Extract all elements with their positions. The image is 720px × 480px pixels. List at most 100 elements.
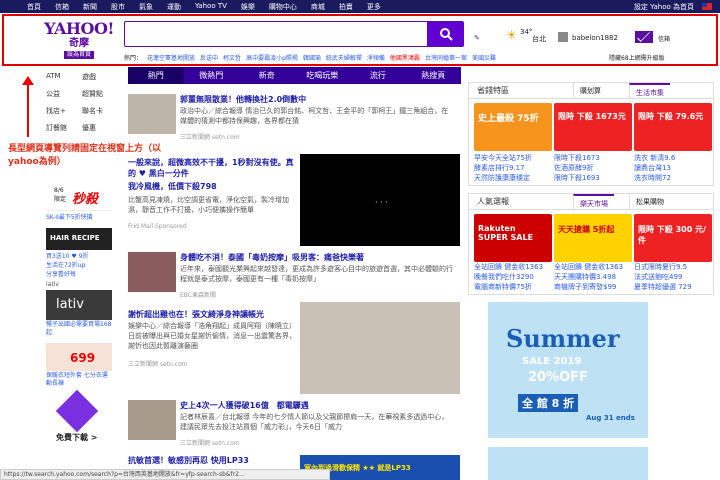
- nav-stock[interactable]: 股市: [104, 2, 132, 12]
- nav-auction[interactable]: 拍賣: [332, 2, 360, 12]
- yahoo-app-promo[interactable]: 免費下載 >: [46, 389, 112, 444]
- shortcut-game[interactable]: 遊戲: [82, 72, 114, 82]
- trend-item[interactable]: 花蓮空軍基地開放: [147, 53, 195, 62]
- promo-link[interactable]: 酵素店排行9.17: [474, 163, 525, 173]
- news-title[interactable]: 抗敏首選！敏感別再忍 快用LP33: [128, 455, 249, 466]
- news-title[interactable]: 謝忻超出雞也在！張文綺淨身神讓帳光: [128, 309, 264, 320]
- promo-half-off[interactable]: 天天搶購 5折起: [554, 214, 632, 262]
- tab-pcone[interactable]: 松果購物: [629, 194, 670, 210]
- nav-shopping[interactable]: 購物中心: [262, 2, 304, 12]
- promo-link[interactable]: 天天團購特價3.498: [554, 272, 616, 282]
- search-input[interactable]: [124, 21, 464, 47]
- promo-79[interactable]: 限時 下殺 79.6元: [634, 103, 712, 151]
- weather-city[interactable]: 台北: [532, 34, 546, 44]
- user-avatar-icon[interactable]: [558, 32, 568, 42]
- promo-link[interactable]: 讀鼎台灣13: [634, 163, 671, 173]
- nav-home[interactable]: 首頁: [20, 2, 48, 12]
- tab-food[interactable]: 吃喝玩樂: [295, 67, 351, 84]
- promo-75-off[interactable]: 史上最殺 75折: [474, 103, 552, 151]
- promo-link[interactable]: 晚餐我們吃什3290: [474, 272, 534, 282]
- promo-link[interactable]: 洗衣時開72: [634, 173, 671, 183]
- promo-link[interactable]: 洗衣 新清9.6: [634, 153, 675, 163]
- video-player[interactable]: · · ·: [300, 154, 460, 246]
- promo-300[interactable]: 限時 下殺 300 元/件: [634, 214, 712, 262]
- news-title[interactable]: 史上4次一人獲得破16億 都電驟遇: [180, 400, 309, 411]
- mail-note[interactable]: 隱藏68上網需升級版: [609, 53, 665, 62]
- promo-link[interactable]: 全站回饋 健金收1363: [554, 262, 623, 272]
- promo-link[interactable]: 天然防護康康穩定: [474, 173, 530, 183]
- shortcut-card[interactable]: 聯名卡: [82, 106, 114, 116]
- mail-label[interactable]: 信箱: [658, 34, 670, 43]
- trend-item[interactable]: 淨頻備: [367, 53, 385, 62]
- shortcut-points[interactable]: 超贊點: [82, 89, 114, 99]
- promo-link[interactable]: 日式限時夏行9.5: [634, 262, 687, 272]
- news-title-2[interactable]: 我冷風機，低價下殺798: [128, 181, 217, 192]
- shortcut-atm[interactable]: ATM: [46, 72, 78, 82]
- trend-item[interactable]: 韓國瑜: [303, 53, 321, 62]
- trend-item[interactable]: 台灣同婚第一案: [425, 53, 467, 62]
- nav-sports[interactable]: 運動: [160, 2, 188, 12]
- tab-search[interactable]: 熱搜頁: [406, 67, 462, 84]
- news-title[interactable]: 身體吃不消！泰國「毒奶按摩」吸男客：痛爸快樂著: [180, 252, 364, 263]
- news-item[interactable]: 史上4次一人獲得破16億 都電驟遇 記者林辰喜／台北報導 今年的七夕情人節以及父…: [128, 398, 461, 458]
- shortcut-charity[interactable]: 公益: [46, 89, 78, 99]
- nav-mall[interactable]: 商城: [304, 2, 332, 12]
- tab-life-market[interactable]: 生活市集: [629, 83, 670, 99]
- tab-hot[interactable]: 熱門: [128, 67, 184, 84]
- flash-sale-desc[interactable]: SK-II最下5折快搶: [46, 212, 112, 221]
- search-button[interactable]: [427, 22, 464, 46]
- logo-tag[interactable]: 設為首頁: [63, 51, 94, 59]
- trend-item[interactable]: 柯文哲: [223, 53, 241, 62]
- promo-link[interactable]: 法式送飽吃499: [634, 272, 682, 282]
- flash-sale-ad[interactable]: 8/6 限定 秒殺: [46, 185, 112, 211]
- nav-more[interactable]: 更多: [360, 2, 388, 12]
- news-photo[interactable]: [300, 302, 460, 394]
- summer-sale-ad-2[interactable]: [488, 447, 648, 480]
- yahoo-logo[interactable]: YAHOO! 奇摩 設為首頁: [44, 20, 114, 60]
- nav-news[interactable]: 新聞: [76, 2, 104, 12]
- nav-weather[interactable]: 氣象: [132, 2, 160, 12]
- price-desc[interactable]: 保暖衣短外套 七分衣運動長褲: [46, 372, 112, 388]
- news-thumbnail[interactable]: [128, 94, 176, 134]
- tab-fashion[interactable]: 流行: [350, 67, 406, 84]
- promo-rakuten[interactable]: Rakuten SUPER SALE: [474, 214, 552, 262]
- lativ-ad[interactable]: lativ: [46, 290, 112, 320]
- nav-tv[interactable]: Yahoo TV: [188, 2, 234, 12]
- promo-link[interactable]: 夏季特超優選 729: [634, 282, 692, 292]
- news-item[interactable]: 謝忻超出雞也在！張文綺淨身神讓帳光 娛樂中心／綜合報導「浩角翔起」成員阿翔（陳曉…: [128, 307, 298, 368]
- promo-link[interactable]: 限時下殺1673: [554, 153, 600, 163]
- summer-sale-ad[interactable]: Summer SALE 2019 20%OFF 全 館 8 折 Aug 31 e…: [488, 302, 648, 438]
- promo-link[interactable]: 全站回饋 健金收1363: [474, 262, 543, 272]
- trend-item[interactable]: 他國黑鴻霸: [390, 53, 420, 62]
- tab-novel[interactable]: 新奇: [239, 67, 295, 84]
- tab-rakuten[interactable]: 樂天市場: [573, 194, 614, 210]
- promo-1673[interactable]: 限時 下殺 1673元: [554, 103, 632, 151]
- news-item[interactable]: 身體吃不消！泰國「毒奶按摩」吸男客：痛爸快樂著 近年來，泰國觀光業興起來越發達，…: [128, 250, 461, 310]
- nav-mail[interactable]: 信箱: [48, 2, 76, 12]
- news-thumbnail[interactable]: [128, 252, 176, 292]
- hair-note2[interactable]: 分享看好每: [46, 269, 112, 278]
- news-item-sponsored[interactable]: 一般來說，超微高效不干擾，1秒對沒有使。真的 ♥ 黑白一分件 我冷風機，低價下殺…: [128, 155, 298, 230]
- username[interactable]: babelon1882: [572, 34, 618, 42]
- tab-warm[interactable]: 微熱門: [184, 67, 240, 84]
- promo-link[interactable]: 早安今天全站75折: [474, 153, 532, 163]
- taiwan-flag-icon[interactable]: [702, 3, 712, 10]
- hair-desc[interactable]: 買3送10 ♥ 9折: [46, 251, 112, 260]
- price-ad[interactable]: 699: [46, 343, 112, 371]
- promo-text[interactable]: 免費下載 >: [56, 432, 98, 443]
- tab-gohappy[interactable]: 購划算: [573, 83, 607, 99]
- news-thumbnail[interactable]: [128, 400, 176, 440]
- trend-item[interactable]: 高中要霸凌小p照揭: [246, 53, 298, 62]
- shortcut-deal[interactable]: 優惠: [82, 123, 114, 133]
- news-title[interactable]: 一般來說，超微高效不干擾，1秒對沒有使。真的 ♥ 黑白一分件: [128, 157, 298, 179]
- promo-link[interactable]: 電腦商新特價75折: [474, 282, 532, 292]
- trend-item[interactable]: 統武夫婦解禪: [326, 53, 362, 62]
- set-homepage-link[interactable]: 設定 Yahoo 為首頁: [634, 2, 694, 12]
- hair-recipe-ad[interactable]: HAIR RECIPE: [46, 228, 112, 250]
- shortcut-food[interactable]: 訂餐館: [46, 123, 78, 133]
- trend-item[interactable]: 反送中: [200, 53, 218, 62]
- shortcut-store[interactable]: 找店+: [46, 106, 78, 116]
- promo-link[interactable]: 商機牌子到寄發$99: [554, 282, 616, 292]
- news-item[interactable]: 郭董無限散業！他轉換社2.0倒數中 政治中心／綜合報導 情治已久的郭台銘、柯文哲…: [128, 92, 461, 152]
- hair-note[interactable]: 生活在72折up: [46, 260, 112, 269]
